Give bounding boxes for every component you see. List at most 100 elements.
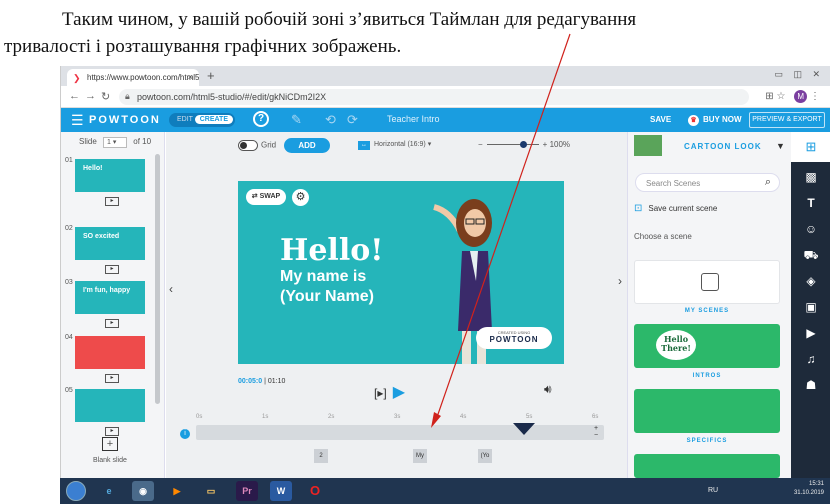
notes-icon[interactable]: ✎ bbox=[291, 112, 302, 128]
timeline-item[interactable]: 2 bbox=[314, 449, 328, 463]
slide-number-select[interactable]: 1 ▾ bbox=[103, 137, 128, 148]
redo-icon[interactable]: ⟳ bbox=[347, 112, 358, 128]
zoom-slider[interactable] bbox=[486, 141, 539, 149]
intros-card[interactable]: Hello There! bbox=[634, 324, 780, 368]
reload-icon[interactable]: ↻ bbox=[101, 90, 110, 103]
mode-toggle[interactable]: EDIT CREATE bbox=[169, 113, 235, 127]
grid-toggle[interactable]: Grid bbox=[238, 140, 276, 151]
search-scenes-input[interactable]: Search Scenes ⌕ bbox=[635, 173, 780, 192]
slide-transition-icon[interactable]: ▸ bbox=[105, 374, 119, 383]
play-slide-icon[interactable]: [▸] bbox=[374, 386, 387, 400]
save-current-scene-button[interactable]: ⊡ Save current scene bbox=[634, 203, 717, 214]
slide-transition-icon[interactable]: ▸ bbox=[105, 427, 119, 436]
buy-now-button[interactable]: ♛ BUY NOW bbox=[688, 112, 742, 126]
undo-icon[interactable]: ⟲ bbox=[325, 112, 336, 128]
specifics-card[interactable] bbox=[634, 389, 780, 433]
browser-menu-icon[interactable]: ⋮ bbox=[810, 91, 820, 102]
system-clock[interactable]: 15:31 31.10.2019 bbox=[794, 480, 824, 498]
opera-icon[interactable]: O bbox=[304, 481, 326, 501]
next-slide-icon[interactable]: › bbox=[618, 274, 622, 288]
timeline-zoom-in[interactable]: + bbox=[594, 425, 598, 432]
timeline: 0s 1s 2s 3s 4s 5s 6s i + − 2 My (Yo bbox=[166, 414, 627, 478]
chevron-down-icon[interactable]: ▼ bbox=[776, 141, 785, 151]
slide-thumbnail[interactable]: I'm fun, happy bbox=[75, 281, 145, 314]
browser-tab[interactable]: ❯ https://www.powtoon.com/html5- × bbox=[67, 69, 199, 86]
slide-thumbnail[interactable]: Hello! bbox=[75, 159, 145, 192]
images-tool-icon[interactable]: ▣ bbox=[791, 300, 830, 314]
swap-button[interactable]: ⇄ SWAP bbox=[246, 189, 286, 205]
specials-tool-icon[interactable]: ☗ bbox=[791, 378, 830, 392]
search-placeholder: Search Scenes bbox=[646, 179, 701, 188]
text-tool-icon[interactable]: T bbox=[791, 196, 830, 210]
help-icon[interactable]: ? bbox=[253, 111, 269, 127]
mode-create[interactable]: CREATE bbox=[194, 115, 233, 124]
timeline-playhead[interactable] bbox=[513, 423, 535, 435]
timeline-track[interactable] bbox=[196, 425, 604, 440]
slide-thumbnail[interactable] bbox=[75, 336, 145, 369]
search-icon[interactable]: ⌕ bbox=[765, 176, 771, 189]
premiere-icon[interactable]: Pr bbox=[236, 481, 258, 501]
forward-icon[interactable]: → bbox=[85, 90, 96, 102]
slides-scrollbar[interactable] bbox=[155, 154, 160, 404]
hello-text[interactable]: Hello! bbox=[280, 233, 383, 268]
timeline-item[interactable]: My bbox=[413, 449, 427, 463]
chrome-icon[interactable]: ◉ bbox=[132, 481, 154, 501]
props-tool-icon[interactable]: ⛟ bbox=[791, 248, 830, 264]
zoom-in-icon[interactable]: + bbox=[543, 140, 548, 149]
url-text: powtoon.com/html5-studio/#/edit/gkNiCDm2… bbox=[137, 92, 327, 102]
language-indicator[interactable]: RU bbox=[708, 487, 718, 494]
tab-title: https://www.powtoon.com/html5- bbox=[87, 73, 199, 82]
slide-thumbnail[interactable] bbox=[75, 389, 145, 422]
characters-tool-icon[interactable]: ☺ bbox=[791, 222, 830, 236]
word-icon[interactable]: W bbox=[270, 481, 292, 501]
translate-icon[interactable]: ⊞ bbox=[765, 91, 773, 102]
presentation-title[interactable]: Teacher Intro bbox=[387, 114, 440, 124]
background-tool-icon[interactable]: ▩ bbox=[791, 170, 830, 184]
timeline-info-icon[interactable]: i bbox=[180, 429, 190, 439]
gear-icon[interactable]: ⚙ bbox=[292, 189, 309, 206]
name-text[interactable]: My name is (Your Name) bbox=[280, 267, 374, 307]
add-button[interactable]: ADD bbox=[284, 138, 330, 153]
explorer-icon[interactable]: ▭ bbox=[200, 481, 222, 501]
look-label: CARTOON LOOK bbox=[684, 142, 762, 151]
slide-transition-icon[interactable]: ▸ bbox=[105, 265, 119, 274]
volume-icon[interactable]: 🔊︎ bbox=[544, 382, 552, 397]
shapes-tool-icon[interactable]: ◈ bbox=[791, 274, 830, 288]
timeline-zoom-out[interactable]: − bbox=[594, 432, 598, 439]
slide-transition-icon[interactable]: ▸ bbox=[105, 197, 119, 206]
save-button[interactable]: SAVE bbox=[650, 115, 671, 124]
slide-stage[interactable]: ⇄ SWAP ⚙ Hello! My name is (Your Name) C… bbox=[238, 181, 564, 364]
timeline-zoom[interactable]: + − bbox=[594, 425, 598, 439]
my-scenes-card[interactable] bbox=[634, 260, 780, 304]
look-selector[interactable]: CARTOON LOOK ▼ bbox=[628, 132, 791, 160]
tab-close-icon[interactable]: × bbox=[188, 72, 193, 82]
windows-start-icon[interactable] bbox=[66, 481, 86, 501]
scenes-tool-icon[interactable]: ⊞ bbox=[791, 132, 830, 162]
profile-avatar[interactable]: M bbox=[794, 90, 808, 103]
media-player-icon[interactable]: ▶ bbox=[166, 481, 188, 501]
zoom-out-icon[interactable]: − bbox=[478, 140, 483, 149]
window-controls[interactable]: ▭ ◫ ✕ bbox=[774, 69, 824, 80]
play-icon[interactable]: ▶ bbox=[393, 384, 405, 401]
ie-icon[interactable]: e bbox=[98, 481, 120, 501]
music-tool-icon[interactable]: ♫ bbox=[791, 352, 830, 366]
new-tab-button[interactable]: + bbox=[207, 68, 215, 83]
blank-slide-button[interactable]: + Blank slide bbox=[93, 437, 127, 464]
mode-edit[interactable]: EDIT bbox=[177, 116, 193, 123]
orientation-select[interactable]: ↔ Horizontal (16:9) ▾ bbox=[358, 140, 431, 150]
bookmark-star-icon[interactable]: ☆ bbox=[776, 91, 785, 102]
zoom-control[interactable]: − + 100% bbox=[478, 140, 570, 149]
tool-strip: ⊞ ▩ T ☺ ⛟ ◈ ▣ ▶ ♫ ☗ bbox=[791, 132, 830, 478]
timeline-item[interactable]: (Yo bbox=[478, 449, 492, 463]
prev-slide-icon[interactable]: ‹ bbox=[169, 282, 173, 296]
url-input[interactable]: 🔒︎ powtoon.com/html5-studio/#/edit/gkNiC… bbox=[119, 89, 749, 105]
scene-card-partial[interactable] bbox=[634, 454, 780, 478]
preview-export-button[interactable]: PREVIEW & EXPORT bbox=[749, 112, 825, 128]
timeline-tick: 1s bbox=[262, 414, 269, 420]
back-icon[interactable]: ← bbox=[69, 90, 80, 102]
slide-transition-icon[interactable]: ▸ bbox=[105, 319, 119, 328]
hamburger-menu-icon[interactable]: ☰ bbox=[71, 112, 84, 129]
slide-thumbnail[interactable]: SO excited bbox=[75, 227, 145, 260]
zoom-knob[interactable] bbox=[520, 141, 528, 149]
video-tool-icon[interactable]: ▶ bbox=[791, 326, 830, 340]
